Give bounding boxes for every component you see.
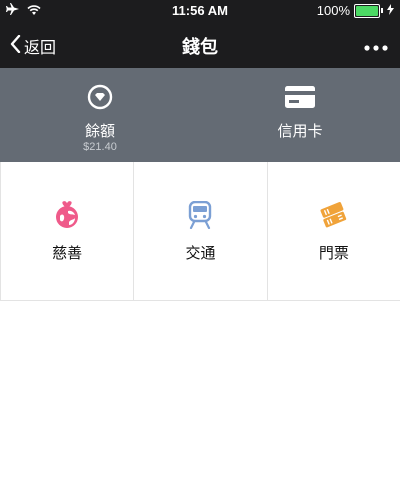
wallet-header: 餘額 $21.40 信用卡: [0, 68, 400, 162]
services-grid: 慈善 交通 門票: [0, 162, 400, 301]
credit-card-label: 信用卡: [277, 122, 323, 140]
service-tickets[interactable]: 門票: [268, 162, 400, 300]
charity-icon: [54, 200, 80, 230]
balance-icon: [87, 82, 113, 112]
page-title: 錢包: [182, 37, 218, 58]
battery-icon: [354, 3, 383, 18]
credit-card-button[interactable]: 信用卡: [200, 68, 400, 162]
status-right: 100%: [317, 3, 394, 18]
service-label: 門票: [318, 244, 349, 262]
charging-icon: [387, 3, 394, 18]
navigation-bar: 返回 錢包: [0, 22, 400, 68]
service-label: 交通: [185, 244, 216, 262]
balance-button[interactable]: 餘額 $21.40: [0, 68, 200, 162]
service-transit[interactable]: 交通: [134, 162, 268, 300]
more-dots-icon[interactable]: [364, 36, 388, 55]
battery-fill: [356, 5, 378, 16]
balance-label: 餘額: [84, 122, 115, 140]
balance-amount: $21.40: [83, 141, 117, 153]
service-charity[interactable]: 慈善: [0, 162, 135, 300]
service-label: 慈善: [52, 244, 83, 262]
status-bar: 11:56 AM 100%: [0, 0, 400, 22]
credit-card-icon: [285, 82, 315, 112]
transit-icon: [187, 200, 213, 230]
battery-percent: 100%: [316, 3, 350, 18]
ticket-icon: [319, 200, 349, 230]
